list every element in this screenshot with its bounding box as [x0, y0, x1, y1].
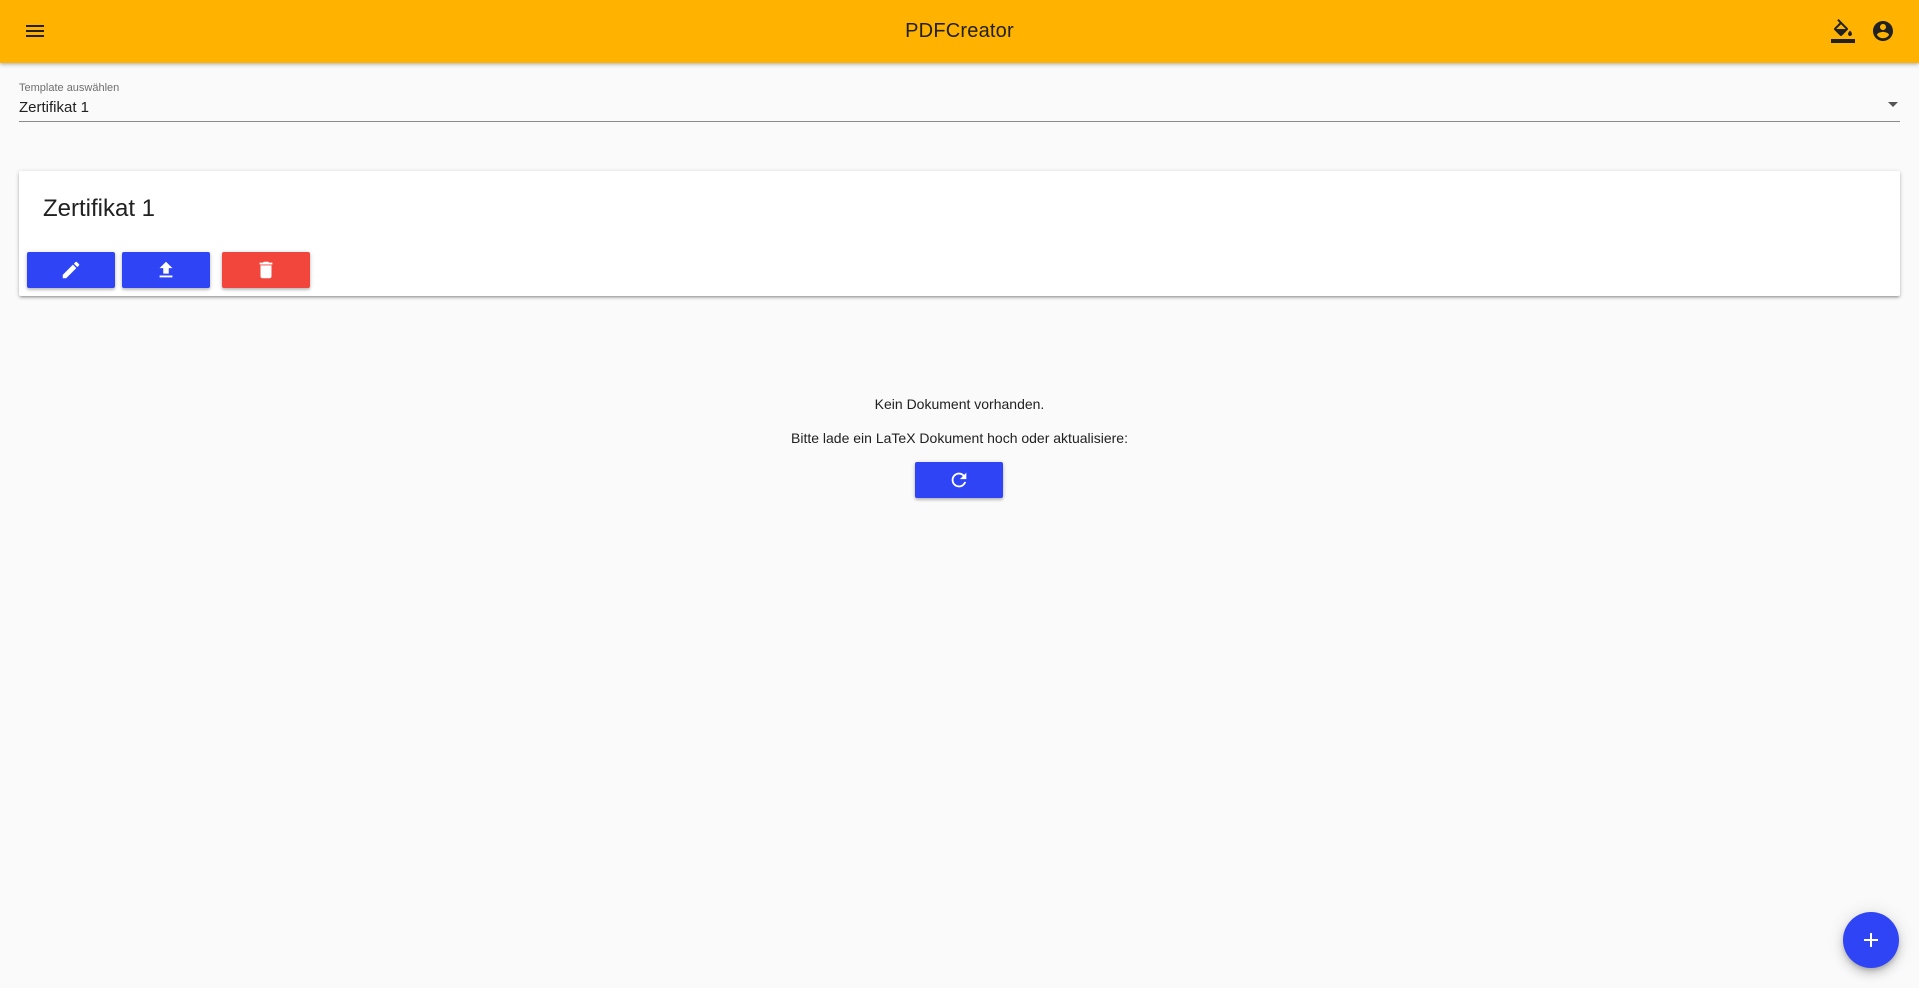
plus-icon	[1864, 933, 1878, 947]
format-color-fill-icon	[1831, 19, 1855, 43]
upload-hint-message: Bitte lade ein LaTeX Dokument hoch oder …	[791, 430, 1128, 446]
template-card: Zertifikat 1	[19, 171, 1900, 296]
refresh-icon	[951, 472, 967, 488]
app-title: PDFCreator	[905, 20, 1014, 42]
upload-template-button[interactable]	[122, 252, 210, 288]
delete-template-button[interactable]	[222, 252, 310, 288]
account-button[interactable]	[1863, 11, 1903, 51]
template-select-value: Zertifikat 1	[19, 99, 90, 116]
pencil-icon	[62, 261, 80, 279]
theme-button[interactable]	[1823, 11, 1863, 51]
dropdown-arrow-icon	[1888, 102, 1898, 107]
template-select-label: Template auswählen	[19, 82, 120, 94]
trash-icon	[259, 261, 273, 279]
upload-icon	[159, 261, 173, 278]
template-select[interactable]: Template auswählen Zertifikat 1	[19, 80, 1900, 122]
add-template-button[interactable]	[1843, 912, 1899, 968]
menu-icon	[26, 25, 44, 37]
edit-template-button[interactable]	[27, 252, 115, 288]
menu-button[interactable]	[15, 11, 55, 51]
template-card-title: Zertifikat 1	[43, 195, 156, 222]
account-circle-icon	[1873, 21, 1893, 41]
refresh-button[interactable]	[915, 462, 1003, 498]
app-bar: PDFCreator	[0, 0, 1919, 63]
no-document-message: Kein Dokument vorhanden.	[874, 396, 1045, 412]
